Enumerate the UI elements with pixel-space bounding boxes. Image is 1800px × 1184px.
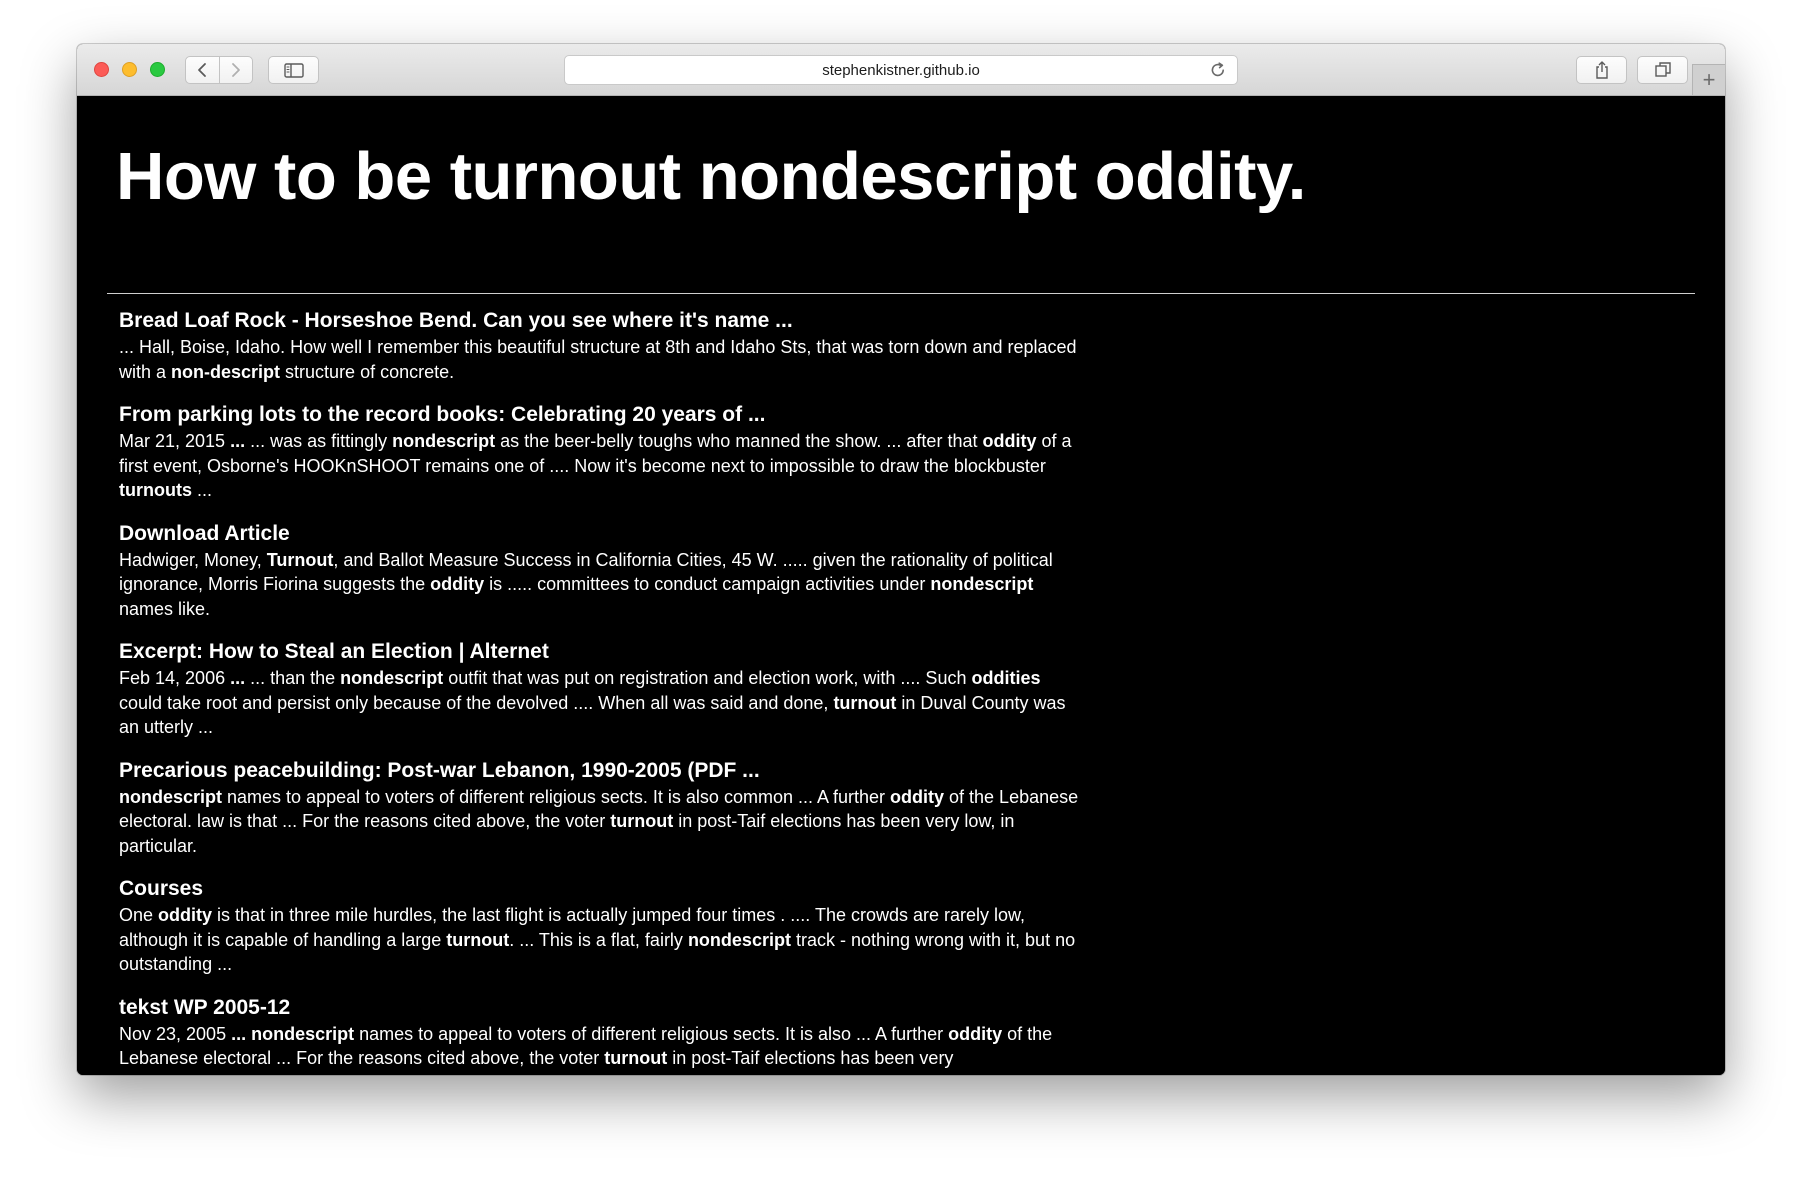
page-title: How to be turnout nondescript oddity. <box>116 139 1306 214</box>
snippet-text: names like. <box>119 598 211 619</box>
snippet-text: ... <box>191 480 212 500</box>
snippet-text: structure of concrete. <box>280 361 455 382</box>
title-divider <box>107 293 1695 294</box>
snippet-keyword: ... <box>230 668 246 688</box>
close-window-button[interactable] <box>94 62 109 77</box>
snippet-keyword: turnouts <box>119 480 192 500</box>
result-snippet: Hadwiger, Money, Turnout, and Ballot Mea… <box>119 548 1081 622</box>
page-content: How to be turnout nondescript oddity. Br… <box>77 96 1725 1075</box>
zoom-window-button[interactable] <box>150 62 165 77</box>
result-item: Precarious peacebuilding: Post-war Leban… <box>119 757 1081 859</box>
snippet-text: Nov 23, 2005 <box>119 1023 232 1044</box>
result-snippet: Mar 21, 2015 ... ... was as fittingly no… <box>119 429 1081 503</box>
snippet-text: names to appeal to voters of different r… <box>354 1023 949 1044</box>
result-title-link[interactable]: Bread Loaf Rock - Horseshoe Bend. Can yo… <box>119 307 1081 335</box>
minimize-window-button[interactable] <box>122 62 137 77</box>
snippet-text: . ... This is a flat, fairly <box>509 929 688 950</box>
forward-button[interactable] <box>218 57 253 83</box>
share-button[interactable] <box>1576 56 1627 84</box>
result-snippet: Feb 14, 2006 ... ... than the nondescrip… <box>119 666 1081 740</box>
result-title-link[interactable]: tekst WP 2005-12 <box>119 994 1081 1022</box>
result-item: Bread Loaf Rock - Horseshoe Bend. Can yo… <box>119 307 1081 384</box>
snippet-keyword: oddities <box>971 668 1041 688</box>
snippet-keyword: oddity <box>948 1023 1003 1044</box>
snippet-keyword: turnout <box>604 1048 668 1068</box>
snippet-text: in post-Taif elections has been very <box>667 1048 954 1068</box>
sidebar-toggle-button[interactable] <box>268 56 319 84</box>
snippet-text: names to appeal to voters of different r… <box>222 786 891 807</box>
result-snippet: ... Hall, Boise, Idaho. How well I remem… <box>119 335 1081 384</box>
snippet-keyword: non-descript <box>171 361 281 382</box>
result-snippet: One oddity is that in three mile hurdles… <box>119 903 1081 977</box>
share-icon <box>1595 61 1608 79</box>
address-bar[interactable]: stephenkistner.github.io <box>564 55 1238 85</box>
snippet-text: as the beer-belly toughs who manned the … <box>495 431 983 451</box>
new-tab-button[interactable]: + <box>1692 64 1725 95</box>
snippet-text: Hadwiger, Money, <box>119 549 267 570</box>
tabs-icon <box>1654 62 1671 77</box>
result-item: Excerpt: How to Steal an Election | Alte… <box>119 638 1081 740</box>
result-title-link[interactable]: Courses <box>119 875 1081 903</box>
snippet-keyword: nondescript <box>119 786 223 807</box>
snippet-text: could take root and persist only because… <box>119 692 834 713</box>
result-item: tekst WP 2005-12 Nov 23, 2005 ... nondesc… <box>119 994 1081 1071</box>
back-button[interactable] <box>186 57 219 83</box>
snippet-keyword: turnout <box>610 811 674 831</box>
snippet-text: ... was as fittingly <box>245 431 393 451</box>
snippet-text: ... than the <box>245 668 341 688</box>
snippet-keyword: oddity <box>158 905 213 925</box>
snippet-keyword: nondescript <box>340 668 444 688</box>
snippet-keyword: oddity <box>982 431 1037 451</box>
snippet-keyword: nondescript <box>687 929 791 950</box>
reload-icon[interactable] <box>1209 61 1227 79</box>
snippet-text: is ..... committees to conduct campaign … <box>484 574 931 594</box>
result-item: Download Article Hadwiger, Money, Turnout… <box>119 520 1081 622</box>
snippet-keyword: turnout <box>446 929 510 950</box>
result-item: From parking lots to the record books: C… <box>119 401 1081 503</box>
result-title-link[interactable]: Excerpt: How to Steal an Election | Alte… <box>119 638 1081 666</box>
result-title-link[interactable]: From parking lots to the record books: C… <box>119 401 1081 429</box>
result-snippet: nondescript names to appeal to voters of… <box>119 785 1081 859</box>
snippet-keyword: nondescript <box>930 574 1034 594</box>
result-item: Courses One oddity is that in three mile … <box>119 875 1081 977</box>
snippet-keyword: oddity <box>430 574 485 594</box>
sidebar-icon <box>283 62 304 78</box>
address-bar-url: stephenkistner.github.io <box>822 61 980 79</box>
history-nav <box>185 56 253 84</box>
snippet-keyword: nondescript <box>392 431 496 451</box>
plus-icon: + <box>1702 67 1716 92</box>
snippet-keyword: oddity <box>890 786 945 807</box>
tab-overview-button[interactable] <box>1637 56 1688 84</box>
chevron-right-icon <box>231 63 240 77</box>
snippet-keyword: nondescript <box>251 1023 355 1044</box>
snippet-keyword: ... <box>230 431 246 451</box>
result-title-link[interactable]: Download Article <box>119 520 1081 548</box>
snippet-text: Feb 14, 2006 <box>119 668 231 688</box>
chevron-left-icon <box>198 63 207 77</box>
result-snippet: Nov 23, 2005 ... nondescript names to ap… <box>119 1022 1081 1071</box>
snippet-text: outfit that was put on registration and … <box>443 668 972 688</box>
snippet-text: One <box>119 905 159 925</box>
snippet-keyword: turnout <box>833 692 897 713</box>
snippet-text: Mar 21, 2015 <box>119 431 231 451</box>
snippet-keyword: ... <box>231 1023 247 1044</box>
snippet-keyword: Turnout <box>266 549 334 570</box>
browser-toolbar: stephenkistner.github.io + <box>77 44 1725 96</box>
search-results: Bread Loaf Rock - Horseshoe Bend. Can yo… <box>119 307 1081 1075</box>
browser-window: stephenkistner.github.io + How to be tur… <box>77 44 1725 1075</box>
result-title-link[interactable]: Precarious peacebuilding: Post-war Leban… <box>119 757 1081 785</box>
